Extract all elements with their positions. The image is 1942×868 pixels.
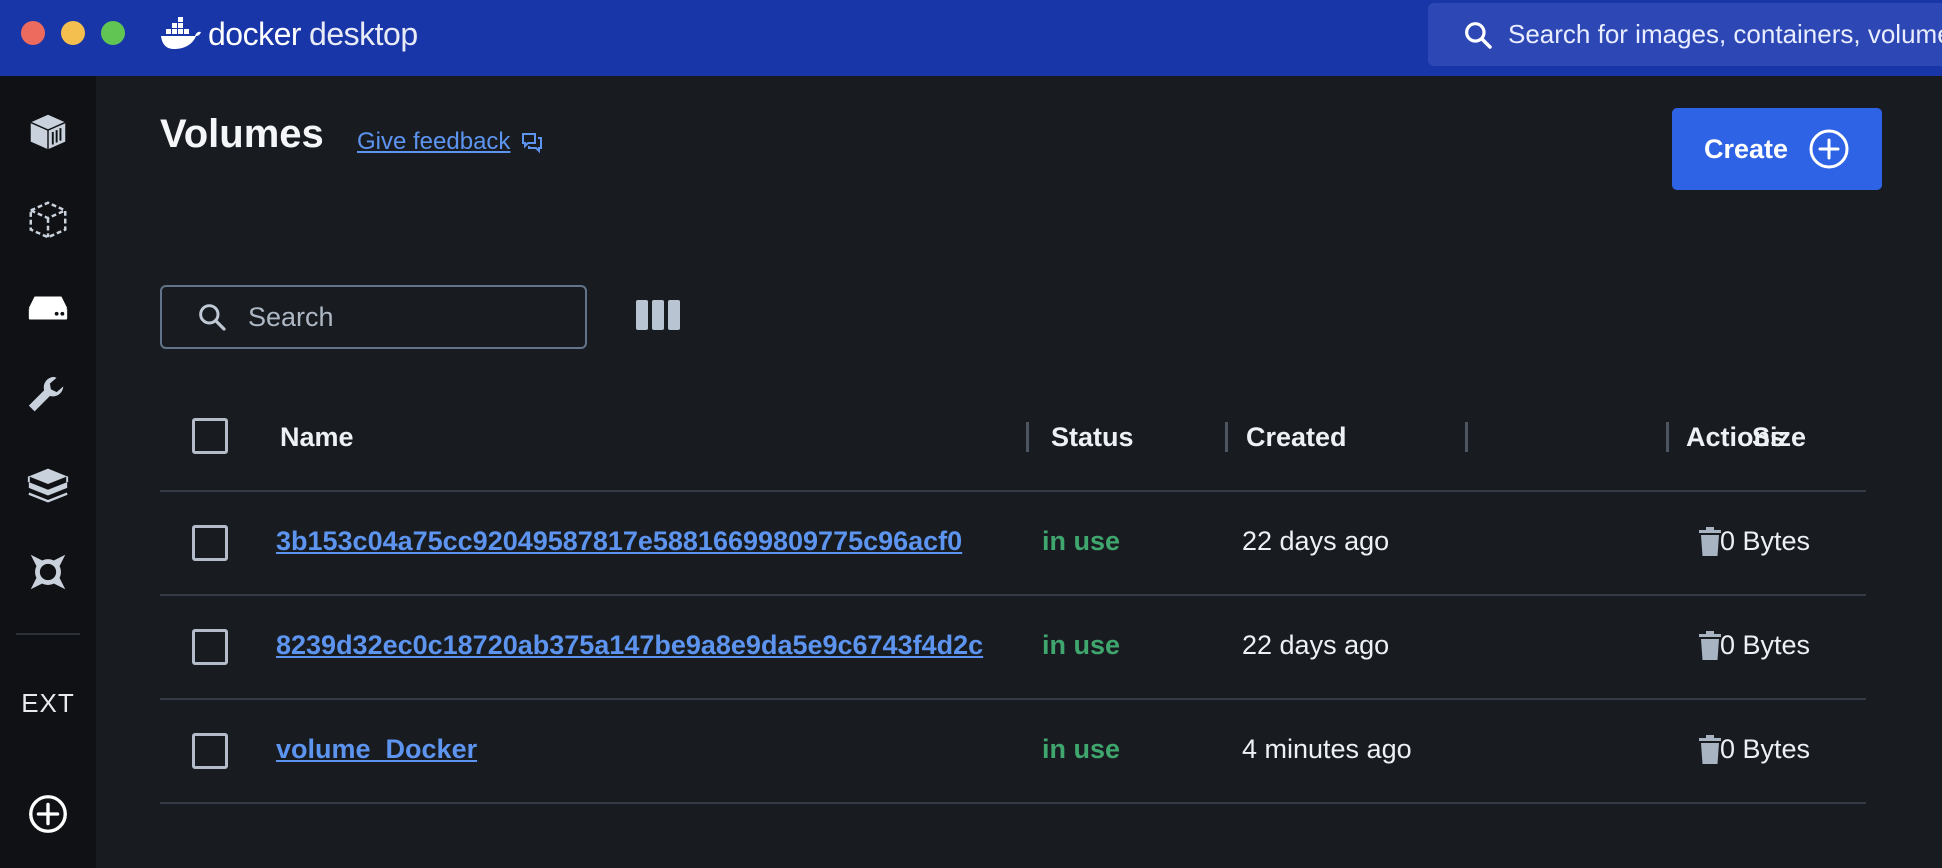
zoom-window-button[interactable] (101, 21, 125, 45)
feedback-icon (522, 133, 543, 154)
column-divider[interactable] (1666, 422, 1669, 452)
trash-icon (1699, 631, 1721, 660)
column-divider[interactable] (1225, 422, 1228, 452)
column-settings-button[interactable] (636, 300, 680, 334)
search-input[interactable] (248, 301, 548, 333)
select-all-checkbox[interactable] (192, 418, 228, 454)
created-value: 4 minutes ago (1242, 734, 1412, 764)
sidebar-item-containers[interactable] (24, 108, 72, 156)
column-header-name[interactable]: Name (280, 422, 354, 453)
title-bar: docker desktop Search for images, contai… (0, 0, 1942, 76)
column-header-created[interactable]: Created (1246, 422, 1347, 453)
volume-name-link[interactable]: 8239d32ec0c18720ab375a147be9a8e9da5e9c67… (276, 630, 1026, 661)
cube-icon (27, 468, 69, 503)
global-search-bar[interactable]: Search for images, containers, volumes (1428, 3, 1942, 66)
status-badge: in use (1042, 630, 1121, 660)
brand-secondary: desktop (309, 15, 418, 52)
status-badge: in use (1042, 734, 1121, 764)
extensions-label: EXT (21, 688, 75, 718)
search-icon (1465, 21, 1492, 49)
sidebar-item-volumes[interactable] (24, 284, 72, 332)
column-divider[interactable] (1026, 422, 1029, 452)
table-header: Name Status Created Size Actions (160, 400, 1866, 492)
delete-button[interactable] (1696, 734, 1724, 766)
columns-icon (636, 300, 648, 330)
row-checkbox[interactable] (192, 733, 228, 769)
sidebar-item-extensions-hub[interactable] (24, 548, 72, 596)
size-value: 0 Bytes (1719, 630, 1810, 660)
docker-whale-icon (161, 17, 201, 49)
volume-name-link[interactable]: 3b153c04a75cc92049587817e58816699809775c… (276, 526, 1026, 557)
size-value: 0 Bytes (1719, 526, 1810, 556)
docker-desktop-logo: docker desktop (160, 14, 418, 54)
trash-icon (1699, 527, 1721, 556)
table-row[interactable]: volume_Docker in use 4 minutes ago 0 Byt… (160, 700, 1866, 804)
wrench-icon (28, 376, 64, 412)
global-search-placeholder: Search for images, containers, volumes (1508, 19, 1942, 49)
extension-icon (30, 554, 66, 590)
image-icon (29, 201, 67, 239)
created-value: 22 days ago (1242, 630, 1390, 660)
row-checkbox[interactable] (192, 629, 228, 665)
plus-circle-icon (1809, 129, 1849, 169)
search-icon (199, 304, 226, 331)
volume-icon (28, 296, 68, 320)
table-row[interactable]: 8239d32ec0c18720ab375a147be9a8e9da5e9c67… (160, 596, 1866, 700)
volume-name-link[interactable]: volume_Docker (276, 734, 1026, 765)
volumes-table: Name Status Created Size Actions 3b153c0… (160, 400, 1866, 804)
add-extension-button[interactable] (24, 790, 72, 838)
delete-button[interactable] (1696, 630, 1724, 662)
column-header-status[interactable]: Status (1051, 422, 1134, 453)
give-feedback-link[interactable]: Give feedback (357, 128, 544, 156)
brand-primary: docker (208, 15, 302, 52)
sidebar-divider (16, 633, 80, 635)
created-value: 22 days ago (1242, 526, 1390, 556)
trash-icon (1699, 735, 1721, 764)
status-badge: in use (1042, 526, 1121, 556)
sidebar-item-docker-scout[interactable] (24, 460, 72, 508)
column-divider[interactable] (1465, 422, 1468, 452)
close-window-button[interactable] (21, 21, 45, 45)
create-button-label: Create (1704, 133, 1789, 164)
delete-button[interactable] (1696, 526, 1724, 558)
container-icon (30, 114, 66, 150)
sidebar-item-images[interactable] (24, 196, 72, 244)
sidebar: EXT (0, 76, 96, 868)
row-checkbox[interactable] (192, 525, 228, 561)
table-row[interactable]: 3b153c04a75cc92049587817e58816699809775c… (160, 492, 1866, 596)
page-title: Volumes (160, 112, 324, 156)
sidebar-item-dev-environments[interactable] (24, 372, 72, 420)
plus-circle-icon (29, 795, 67, 833)
column-header-actions: Actions (1686, 422, 1786, 452)
minimize-window-button[interactable] (61, 21, 85, 45)
size-value: 0 Bytes (1719, 734, 1810, 764)
give-feedback-label: Give feedback (357, 128, 511, 155)
volume-search[interactable] (160, 285, 587, 349)
create-volume-button[interactable]: Create (1672, 108, 1882, 190)
